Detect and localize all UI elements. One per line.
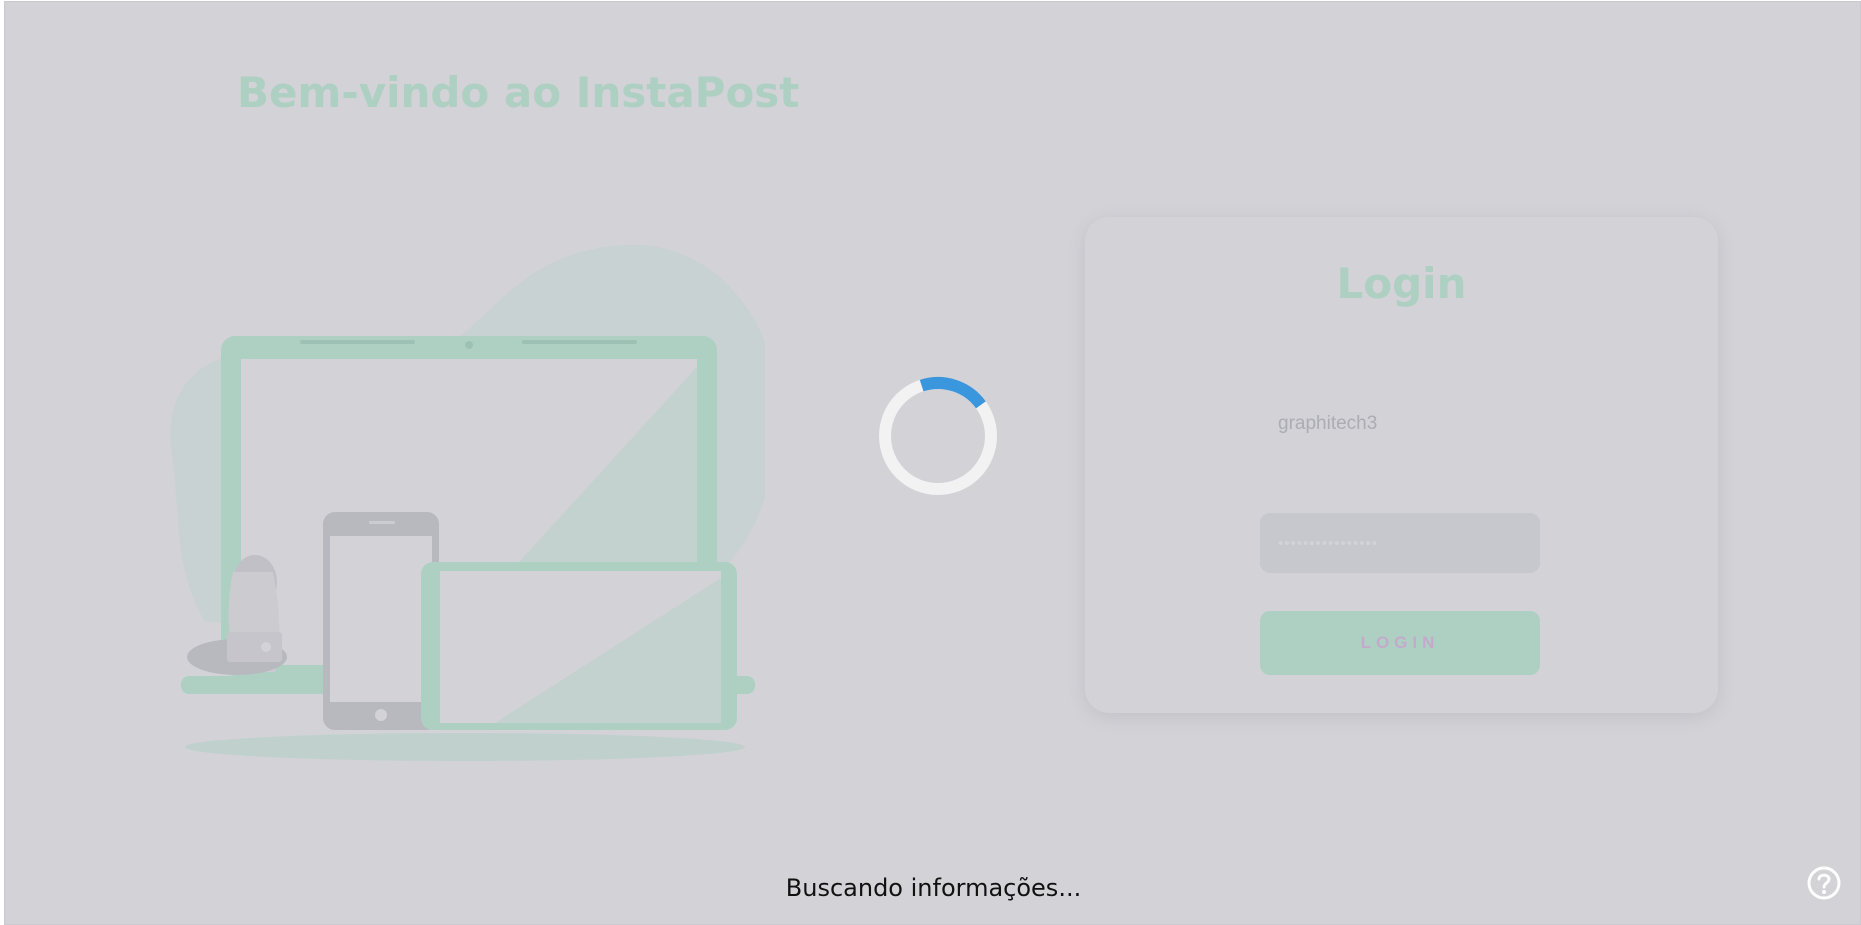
loading-spinner xyxy=(879,377,997,495)
app-window: Bem-vindo ao InstaPost Login Usuário: Se… xyxy=(4,1,1861,925)
loading-status-text: Buscando informações... xyxy=(785,874,1082,902)
help-icon[interactable] xyxy=(1806,865,1842,901)
spinner-arc xyxy=(919,377,986,409)
